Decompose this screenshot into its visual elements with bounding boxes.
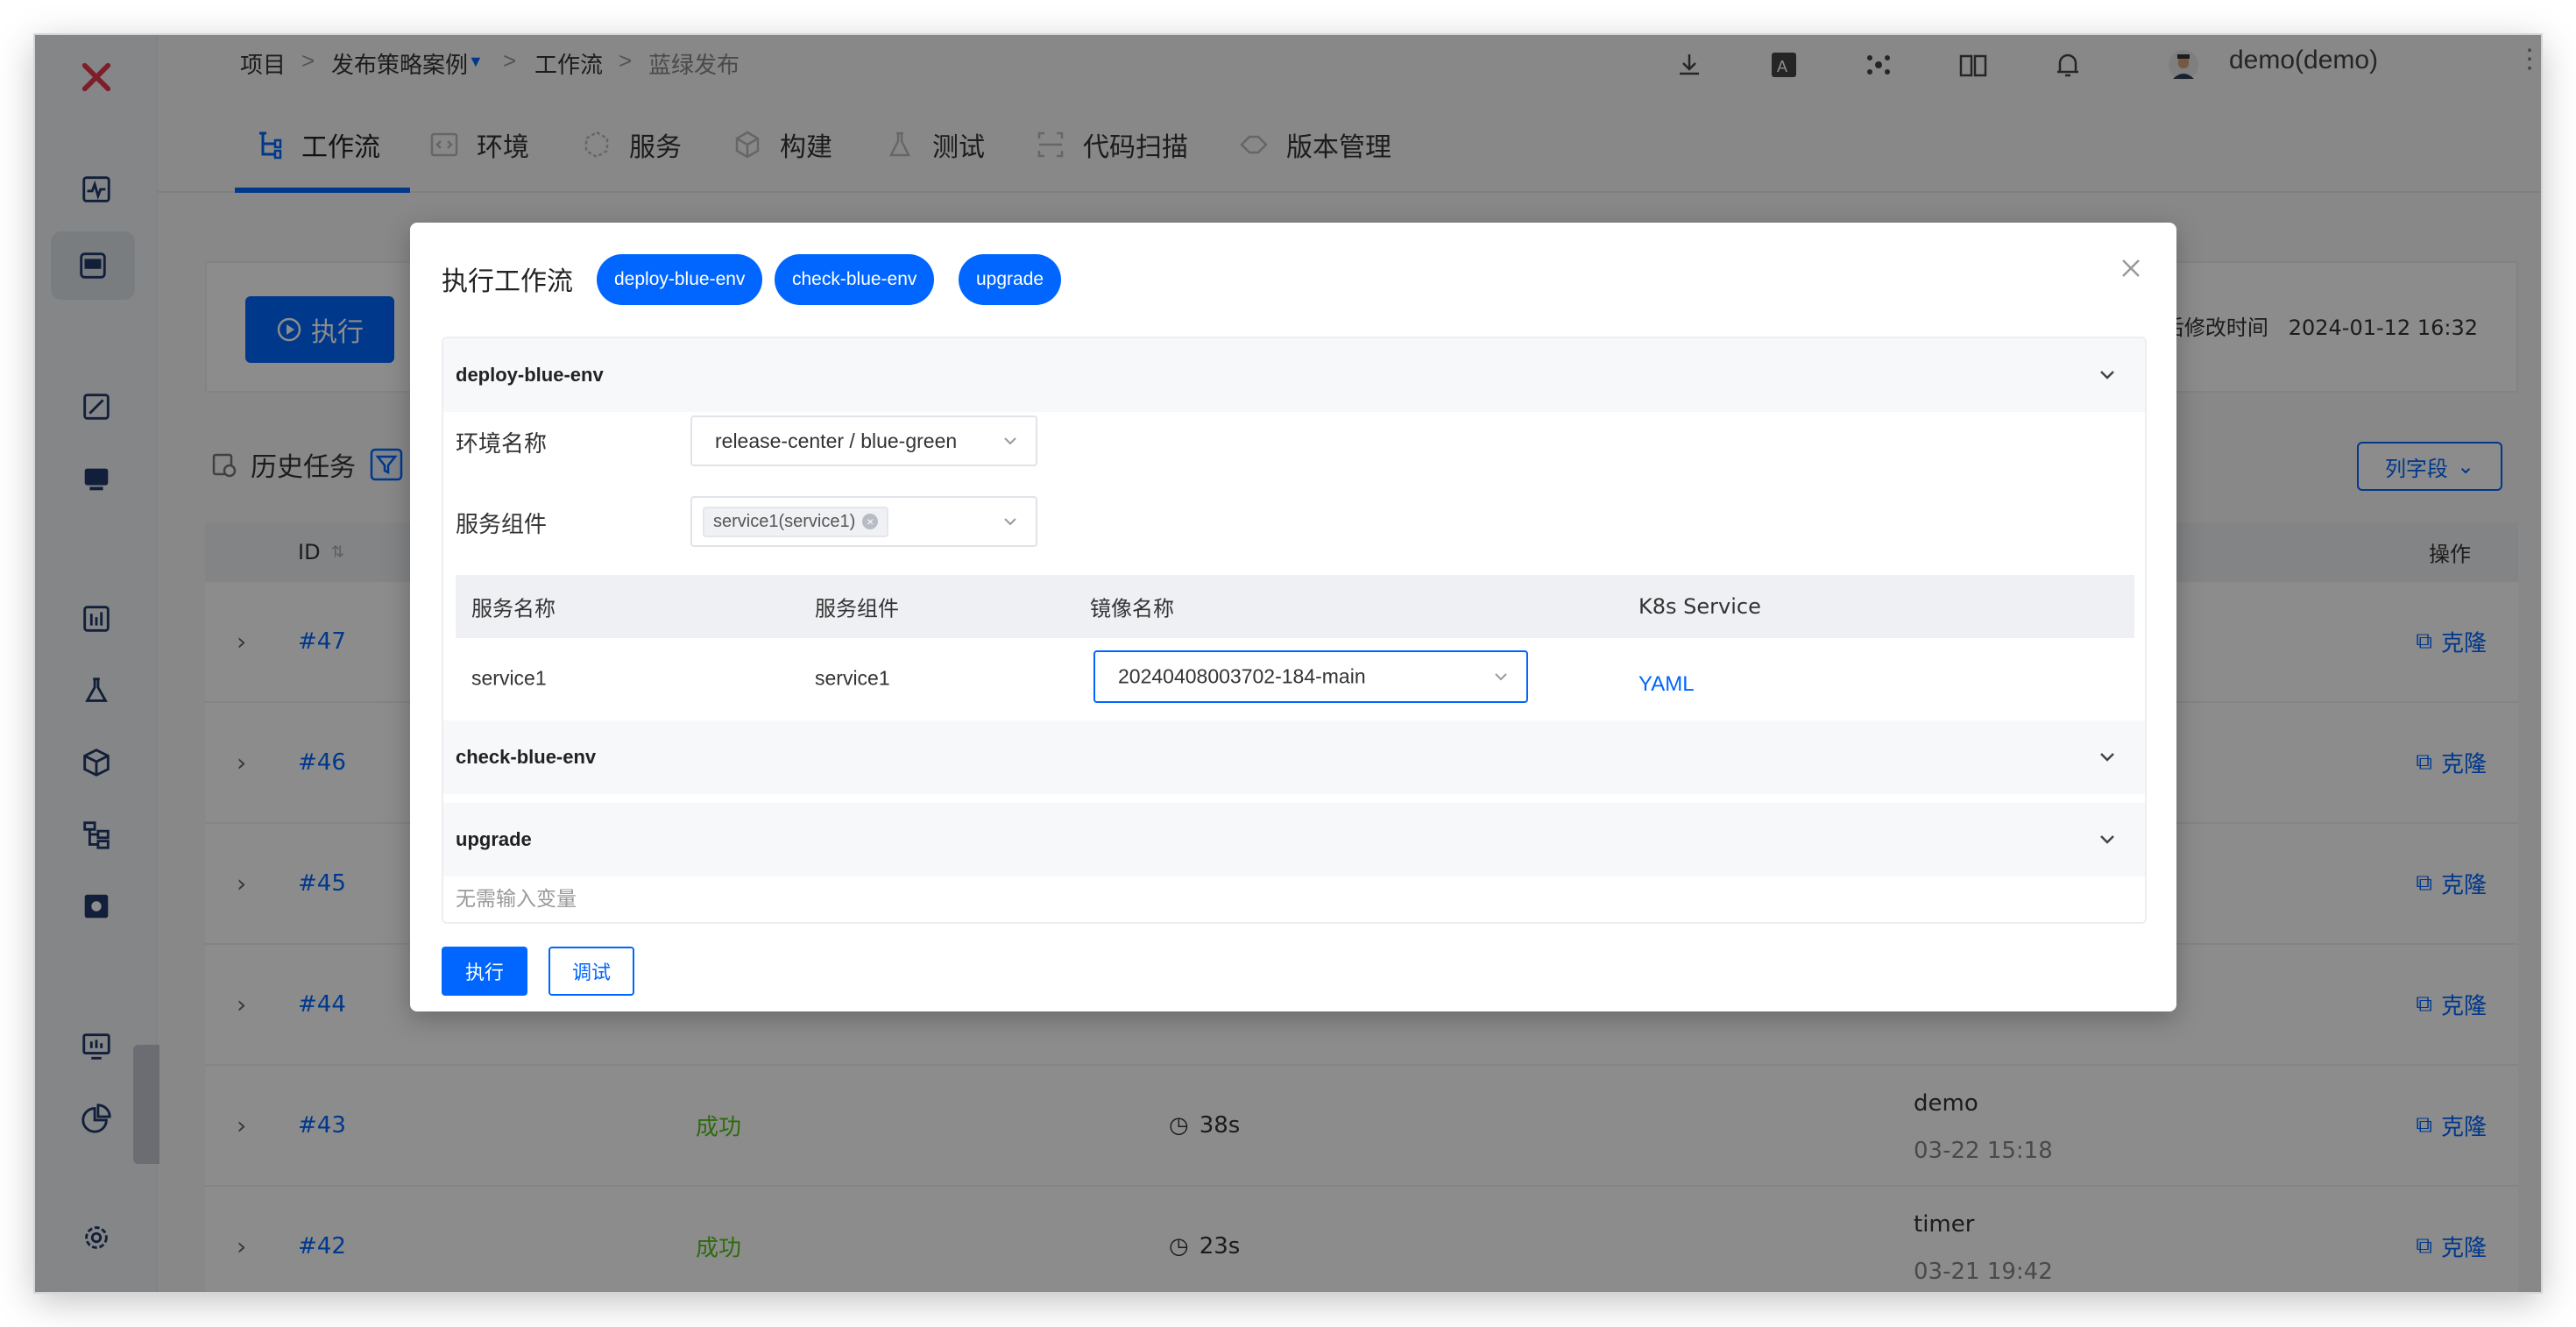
panel-header-upgrade[interactable]: upgrade bbox=[443, 803, 2145, 876]
dialog-title: 执行工作流 bbox=[442, 266, 573, 297]
image-value: 20240408003702-184-main bbox=[1118, 664, 1366, 688]
panel-title: deploy-blue-env bbox=[456, 364, 604, 386]
panel-title: check-blue-env bbox=[456, 746, 597, 768]
stage-pill-deploy[interactable]: deploy-blue-env bbox=[597, 254, 763, 305]
debug-button[interactable]: 调试 bbox=[548, 947, 634, 996]
env-value: release-center / blue-green bbox=[715, 429, 958, 452]
execute-button[interactable]: 执行 bbox=[442, 947, 527, 996]
panel-header-deploy[interactable]: deploy-blue-env bbox=[443, 338, 2145, 412]
header-image: 镜像名称 bbox=[1090, 596, 1174, 621]
panel-title: upgrade bbox=[456, 828, 532, 850]
service-table: 服务名称 服务组件 镜像名称 K8s Service service1 serv… bbox=[456, 575, 2134, 719]
chevron-down-icon bbox=[1495, 673, 1507, 681]
component-label: 服务组件 bbox=[456, 512, 548, 538]
remove-tag-icon[interactable]: × bbox=[862, 514, 879, 529]
stages-panel: deploy-blue-env 环境名称 release-center / bl… bbox=[442, 337, 2147, 924]
header-service-name: 服务名称 bbox=[471, 596, 556, 621]
yaml-link[interactable]: YAML bbox=[1638, 672, 1695, 697]
stage-pill-upgrade[interactable]: upgrade bbox=[959, 254, 1062, 305]
stage-pill-check[interactable]: check-blue-env bbox=[775, 254, 935, 305]
component-tag[interactable]: service1(service1) × bbox=[703, 506, 889, 537]
execute-workflow-dialog: 执行工作流 deploy-blue-env check-blue-env upg… bbox=[410, 223, 2176, 1011]
chevron-down-icon bbox=[1004, 518, 1016, 526]
app-window: 项目 > 发布策略案例 ▼ > 工作流 > 蓝绿发布 A demo(demo) … bbox=[35, 35, 2541, 1292]
header-component: 服务组件 bbox=[815, 596, 899, 621]
chevron-down-icon[interactable] bbox=[2096, 828, 2119, 851]
service-component: service1 bbox=[815, 666, 890, 690]
header-k8s-service: K8s Service bbox=[1638, 594, 1761, 619]
env-label: 环境名称 bbox=[456, 431, 548, 458]
service-name: service1 bbox=[471, 666, 547, 690]
no-input-text: 无需输入变量 bbox=[456, 888, 577, 911]
component-select[interactable]: service1(service1) × bbox=[690, 496, 1037, 547]
chevron-down-icon[interactable] bbox=[2096, 746, 2119, 769]
panel-header-check[interactable]: check-blue-env bbox=[443, 720, 2145, 794]
component-tag-label: service1(service1) bbox=[713, 511, 856, 531]
close-icon[interactable] bbox=[2117, 254, 2145, 282]
image-select[interactable]: 20240408003702-184-main bbox=[1093, 650, 1528, 703]
env-select[interactable]: release-center / blue-green bbox=[690, 415, 1037, 466]
chevron-down-icon bbox=[1004, 437, 1016, 445]
service-table-header: 服务名称 服务组件 镜像名称 K8s Service bbox=[456, 575, 2134, 638]
chevron-down-icon[interactable] bbox=[2096, 364, 2119, 387]
service-row: service1 service1 20240408003702-184-mai… bbox=[456, 638, 2134, 719]
